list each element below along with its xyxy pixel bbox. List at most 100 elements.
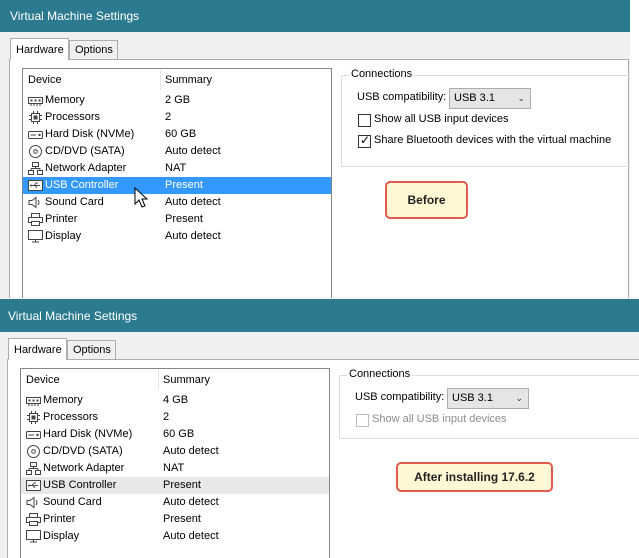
usb-compatibility-select[interactable]: USB 3.1 ⌄ bbox=[449, 88, 531, 109]
device-name: CD/DVD (SATA) bbox=[43, 445, 123, 457]
device-name: Processors bbox=[45, 111, 101, 123]
device-name: Network Adapter bbox=[43, 462, 125, 474]
device-row-cd-dvd-sata[interactable]: CD/DVD (SATA) Auto detect bbox=[23, 143, 331, 160]
before-callout: Before bbox=[385, 181, 468, 219]
window-title: Virtual Machine Settings bbox=[0, 299, 639, 332]
before-window: Virtual Machine Settings Hardware Option… bbox=[0, 0, 630, 298]
device-summary: Auto detect bbox=[163, 530, 219, 542]
printer-icon bbox=[26, 513, 41, 526]
device-summary: NAT bbox=[165, 162, 187, 174]
device-row-display[interactable]: Display Auto detect bbox=[23, 228, 331, 245]
device-summary: Present bbox=[163, 479, 201, 491]
network-adapter-icon bbox=[28, 162, 43, 175]
chevron-down-icon: ⌄ bbox=[515, 393, 523, 403]
device-name: Hard Disk (NVMe) bbox=[43, 428, 133, 440]
connections-group: Connections USB compatibility: USB 3.1 ⌄… bbox=[339, 368, 639, 439]
device-row-processors[interactable]: Processors 2 bbox=[21, 409, 329, 426]
device-name: Printer bbox=[45, 213, 78, 225]
show-all-usb-label[interactable]: Show all USB input devices bbox=[374, 113, 509, 125]
column-device[interactable]: Device bbox=[26, 369, 60, 392]
usb-compatibility-select[interactable]: USB 3.1 ⌄ bbox=[447, 388, 529, 409]
device-row-hard-disk-nvme[interactable]: Hard Disk (NVMe) 60 GB bbox=[21, 426, 329, 443]
column-summary[interactable]: Summary bbox=[163, 369, 210, 392]
tab-options[interactable]: Options bbox=[67, 340, 116, 360]
device-rows: Memory 2 GB Processors 2 Hard Disk (NVMe) 60 … bbox=[23, 92, 331, 245]
device-name: USB Controller bbox=[43, 479, 117, 491]
device-summary: 4 GB bbox=[163, 394, 189, 406]
after-callout: After installing 17.6.2 bbox=[396, 462, 553, 492]
device-name: Printer bbox=[43, 513, 76, 525]
device-summary: Auto detect bbox=[163, 445, 219, 457]
device-summary: Auto detect bbox=[163, 496, 219, 508]
show-all-usb-checkbox[interactable] bbox=[356, 414, 369, 427]
connections-title: Connections bbox=[347, 368, 413, 380]
device-row-processors[interactable]: Processors 2 bbox=[23, 109, 331, 126]
device-row-memory[interactable]: Memory 4 GB bbox=[21, 392, 329, 409]
device-row-printer[interactable]: Printer Present bbox=[23, 211, 331, 228]
device-summary: 60 GB bbox=[165, 128, 197, 140]
tab-content: Device Summary Memory 2 GB Processors 2 Hard… bbox=[9, 59, 630, 298]
device-summary: 2 GB bbox=[165, 94, 191, 106]
device-name: Memory bbox=[43, 394, 83, 406]
tab-hardware[interactable]: Hardware bbox=[10, 38, 69, 60]
connections-title: Connections bbox=[349, 68, 415, 80]
tab-content: Device Summary Memory 4 GB Processors 2 Hard… bbox=[7, 359, 639, 558]
device-summary: 2 bbox=[163, 411, 170, 423]
speaker-icon bbox=[28, 196, 40, 209]
device-row-network-adapter[interactable]: Network Adapter NAT bbox=[21, 460, 329, 477]
column-device[interactable]: Device bbox=[28, 69, 62, 92]
device-row-cd-dvd-sata[interactable]: CD/DVD (SATA) Auto detect bbox=[21, 443, 329, 460]
column-summary[interactable]: Summary bbox=[165, 69, 212, 92]
hard-disk-icon bbox=[28, 131, 43, 139]
device-name: Sound Card bbox=[45, 196, 104, 208]
device-summary: Auto detect bbox=[165, 145, 221, 157]
printer-icon bbox=[28, 213, 43, 226]
speaker-icon bbox=[26, 496, 38, 509]
device-summary: NAT bbox=[163, 462, 185, 474]
tab-options[interactable]: Options bbox=[69, 40, 118, 60]
mouse-pointer-icon bbox=[134, 187, 148, 208]
device-name: Hard Disk (NVMe) bbox=[45, 128, 135, 140]
column-divider bbox=[160, 70, 161, 90]
device-name: Display bbox=[45, 230, 82, 242]
network-adapter-icon bbox=[26, 462, 41, 475]
usb-compatibility-value: USB 3.1 bbox=[452, 392, 493, 404]
device-rows: Memory 4 GB Processors 2 Hard Disk (NVMe) 60 … bbox=[21, 392, 329, 545]
after-window: Virtual Machine Settings Hardware Option… bbox=[0, 299, 639, 558]
usb-compatibility-value: USB 3.1 bbox=[454, 92, 495, 104]
window-title: Virtual Machine Settings bbox=[0, 0, 630, 32]
device-row-display[interactable]: Display Auto detect bbox=[21, 528, 329, 545]
list-header: Device Summary bbox=[23, 69, 331, 92]
tab-hardware[interactable]: Hardware bbox=[8, 338, 67, 360]
checkmark-icon: ✓ bbox=[360, 133, 371, 147]
device-name: Display bbox=[43, 530, 80, 542]
device-row-network-adapter[interactable]: Network Adapter NAT bbox=[23, 160, 331, 177]
device-name: USB Controller bbox=[45, 179, 119, 191]
memory-icon bbox=[26, 397, 41, 406]
device-row-usb-controller[interactable]: USB Controller Present bbox=[23, 177, 331, 194]
device-summary: Present bbox=[163, 513, 201, 525]
device-summary: 2 bbox=[165, 111, 172, 123]
device-row-sound-card[interactable]: Sound Card Auto detect bbox=[21, 494, 329, 511]
device-row-printer[interactable]: Printer Present bbox=[21, 511, 329, 528]
usb-compatibility-label: USB compatibility: bbox=[357, 91, 447, 103]
device-row-memory[interactable]: Memory 2 GB bbox=[23, 92, 331, 109]
device-row-hard-disk-nvme[interactable]: Hard Disk (NVMe) 60 GB bbox=[23, 126, 331, 143]
device-list[interactable]: Device Summary Memory 4 GB Processors 2 Hard… bbox=[20, 368, 330, 558]
device-row-usb-controller[interactable]: USB Controller Present bbox=[21, 477, 329, 494]
usb-icon bbox=[28, 180, 43, 191]
device-name: Network Adapter bbox=[45, 162, 127, 174]
share-bluetooth-checkbox[interactable]: ✓ bbox=[358, 133, 371, 148]
device-list[interactable]: Device Summary Memory 2 GB Processors 2 Hard… bbox=[22, 68, 332, 298]
device-summary: Present bbox=[165, 179, 203, 191]
device-name: Sound Card bbox=[43, 496, 102, 508]
show-all-usb-checkbox[interactable] bbox=[358, 114, 371, 127]
share-bluetooth-label[interactable]: Share Bluetooth devices with the virtual… bbox=[374, 134, 611, 146]
device-summary: 60 GB bbox=[163, 428, 195, 440]
device-summary: Auto detect bbox=[165, 196, 221, 208]
device-name: Memory bbox=[45, 94, 85, 106]
screenshot-edge bbox=[630, 0, 639, 298]
display-icon bbox=[28, 230, 43, 243]
device-row-sound-card[interactable]: Sound Card Auto detect bbox=[23, 194, 331, 211]
processor-icon bbox=[29, 111, 42, 124]
